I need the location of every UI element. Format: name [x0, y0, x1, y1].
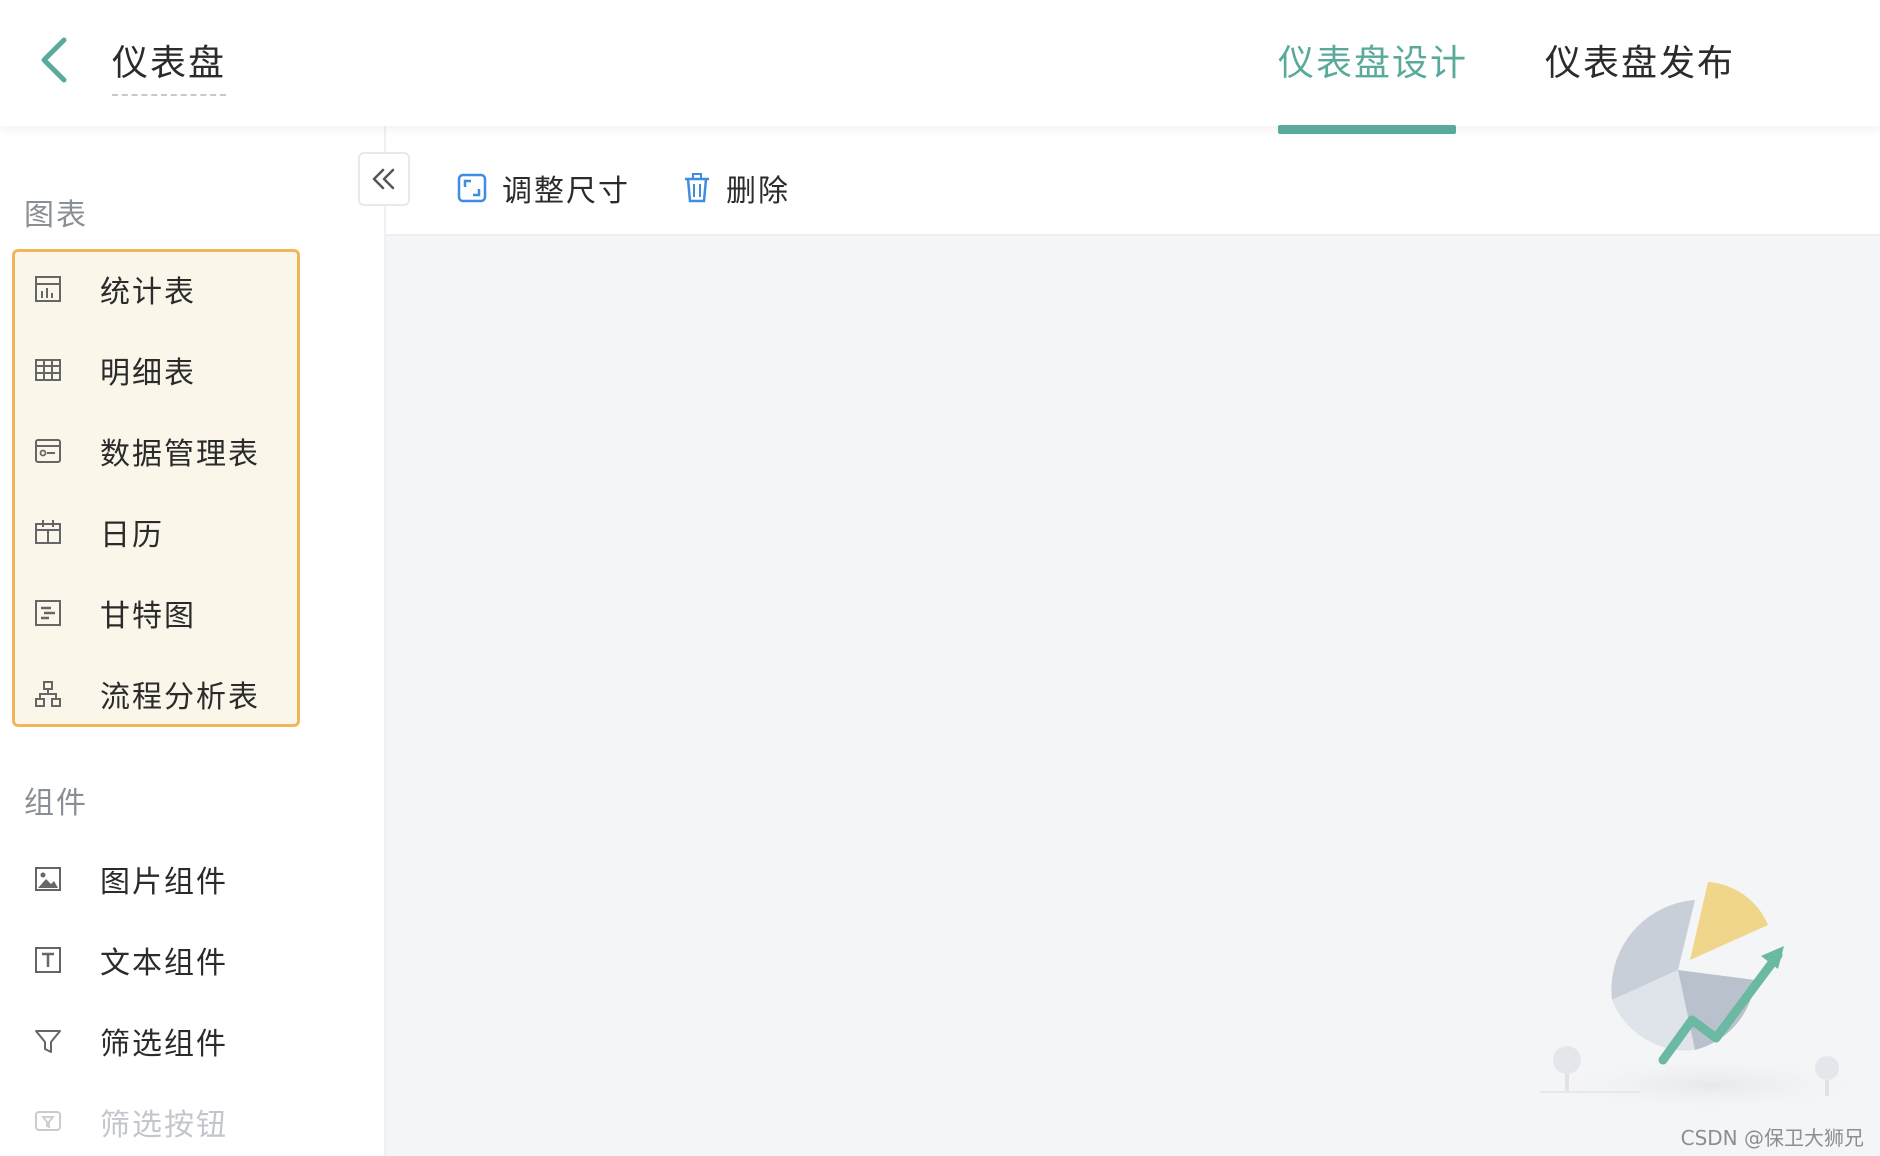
sidebar-item-label: 流程分析表 [100, 680, 260, 715]
delete-label: 删除 [726, 174, 790, 209]
top-header: 仪表盘 仪表盘设计 仪表盘发布 [0, 0, 1880, 134]
sidebar-item-label: 统计表 [100, 275, 196, 310]
trash-icon [685, 173, 709, 203]
empty-state-illustration [1480, 870, 1880, 1120]
gantt-icon [30, 595, 66, 631]
sidebar-item-filter-button: 筛选按钮 [30, 1099, 228, 1145]
sidebar-item-gantt[interactable]: 甘特图 [30, 590, 196, 636]
sidebar-item-calendar[interactable]: 日历 [30, 509, 164, 555]
sidebar-item-flow-analysis[interactable]: 流程分析表 [30, 671, 260, 717]
filter-icon [30, 1023, 66, 1059]
collapse-sidebar-button[interactable] [358, 152, 410, 206]
active-tab-indicator [1278, 125, 1456, 134]
sidebar-item-label: 文本组件 [100, 946, 228, 981]
image-icon [30, 861, 66, 897]
filter-button-icon [30, 1104, 66, 1140]
sidebar-item-detail-table[interactable]: 明细表 [30, 347, 196, 393]
chevron-left-icon [41, 37, 67, 83]
grid-table-icon [30, 352, 66, 388]
sidebar-item-label: 日历 [100, 518, 164, 553]
toolbar: 调整尺寸 删除 [386, 126, 1880, 236]
section-title-charts: 图表 [24, 198, 88, 233]
section-title-components: 组件 [24, 786, 88, 821]
sidebar-item-data-manage-table[interactable]: 数据管理表 [30, 428, 260, 474]
tab-dashboard-design[interactable]: 仪表盘设计 [1278, 34, 1468, 86]
sidebar-item-label: 筛选按钮 [100, 1108, 228, 1143]
charts-highlight-box [12, 249, 300, 727]
resize-label: 调整尺寸 [502, 174, 630, 209]
double-chevron-left-icon [372, 168, 395, 190]
sidebar-item-filter-component[interactable]: 筛选组件 [30, 1018, 228, 1064]
sidebar-item-label: 图片组件 [100, 865, 228, 900]
sidebar-item-label: 明细表 [100, 356, 196, 391]
sidebar-item-label: 甘特图 [100, 599, 196, 634]
watermark: CSDN @保卫大狮兄 [1680, 1126, 1864, 1150]
resize-button[interactable]: 调整尺寸 [456, 166, 630, 210]
delete-button[interactable]: 删除 [682, 166, 790, 210]
text-icon [30, 942, 66, 978]
sidebar-item-image-component[interactable]: 图片组件 [30, 856, 228, 902]
sidebar-item-label: 数据管理表 [100, 437, 260, 472]
back-button[interactable] [36, 34, 72, 86]
sidebar-item-text-component[interactable]: 文本组件 [30, 937, 228, 983]
stat-table-icon [30, 271, 66, 307]
tab-dashboard-publish[interactable]: 仪表盘发布 [1545, 34, 1735, 86]
page-title[interactable]: 仪表盘 [112, 34, 227, 96]
sidebar-item-label: 筛选组件 [100, 1027, 228, 1062]
sidebar-item-stat-table[interactable]: 统计表 [30, 266, 196, 312]
resize-icon [457, 173, 487, 203]
data-manage-icon [30, 433, 66, 469]
calendar-icon [30, 514, 66, 550]
flow-icon [30, 676, 66, 712]
